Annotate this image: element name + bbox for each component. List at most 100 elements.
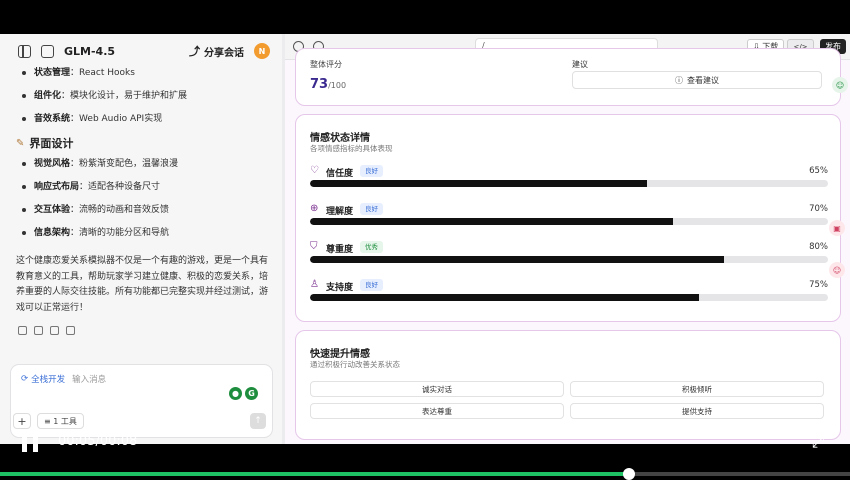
metric-label: 尊重度 [326,245,354,255]
metric-percent: 65% [809,166,828,176]
sidebar-toggle-icon[interactable] [18,44,31,58]
preview-panel: / ⇩ 下载 </> 发布 整体评分 73/100 建议 ⓘ 查看建议 ☺ 情感… [285,34,850,444]
metric-progress-track [310,218,828,225]
message-composer[interactable]: ⟳ 全栈开发 输入消息 ● G + ≡ 1 工具 ↑ [10,364,273,438]
item-text: Web Audio API实现 [79,114,163,124]
metric-progress-fill [310,294,699,301]
grammarly-icon[interactable]: G [245,387,258,400]
status-badge: 良好 [360,165,383,177]
copy-icon[interactable] [18,326,27,335]
palette-icon: ✎ [16,138,25,149]
item-label: 交互体验 [34,205,71,215]
metric-progress-fill [310,218,673,225]
video-frame: GLM-4.5 ⤴ 分享会话 N 状态管理：React Hooks 组件化：模块… [0,0,850,480]
item-label: 响应式布局 [34,182,80,192]
view-advice-button[interactable]: ⓘ 查看建议 [572,71,822,89]
mode-label: 全栈开发 [31,375,66,385]
pause-bar-left [22,432,27,452]
progress-handle[interactable] [623,468,635,480]
metric-percent: 70% [809,204,828,214]
shield-icon: ⛉ [310,241,318,252]
location-icon[interactable]: ● [229,387,242,400]
quick-title: 快速提升情感 [310,349,370,360]
metric-label: 支持度 [326,283,354,293]
quick-boost-card: 快速提升情感 通过积极行动改善关系状态 诚实对话 积极倾听 表达尊重 提供支持 [295,330,841,440]
face-icon[interactable]: ☺ [829,262,845,278]
metric-progress-track [310,180,828,187]
progress-fill [0,472,629,476]
metric-percent: 75% [809,280,828,290]
advice-button-label: 查看建议 [687,75,719,85]
item-text: 清晰的功能分区和导航 [79,228,170,238]
metric-progress-fill [310,180,647,187]
list-item: 组件化：模块化设计，易于维护和扩展 [16,87,278,110]
summary-paragraph: 这个健康恋爱关系模拟器不仅是一个有趣的游戏，更是一个具有教育意义的工具，帮助玩家… [16,256,269,313]
quick-subtitle: 通过积极行动改善关系状态 [310,360,400,369]
metric-label: 信任度 [326,169,354,179]
list-item: 视觉风格：粉紫渐变配色，温馨浪漫 [16,155,278,178]
metric-row: ♙ 支持度 良好 75% [310,279,828,313]
score-card: 整体评分 73/100 建议 ⓘ 查看建议 ☺ [295,48,848,106]
share-label: 分享会话 [204,47,244,59]
chat-header: GLM-4.5 ⤴ 分享会话 N [0,34,282,68]
emotion-card: 情感状态详情 各项情感指标的具体表现 ♡ 信任度 良好 65% ⊕ 理解度 良好 70% ⛉ 尊重… [295,114,841,322]
pause-bar-right [33,432,38,452]
share-icon: ⤴ [189,45,200,58]
status-badge: 良好 [360,203,383,215]
item-label: 状态管理 [34,68,71,78]
new-chat-icon[interactable] [41,44,54,58]
emotion-title: 情感状态详情 [310,133,370,144]
model-name[interactable]: GLM-4.5 [64,45,115,58]
chat-message: 状态管理：React Hooks 组件化：模块化设计，易于维护和扩展 音效系统：… [16,64,278,335]
give-support-button[interactable]: 提供支持 [570,403,824,419]
regenerate-icon[interactable] [66,326,75,335]
stack-icon: ⟳ [21,374,29,384]
message-actions [18,326,278,335]
status-badge: 良好 [360,279,383,291]
share-button[interactable]: ⤴ 分享会话 [189,43,244,59]
people-icon: ♙ [310,279,319,290]
metric-row: ♡ 信任度 良好 65% [310,165,828,199]
score-number: 73 [310,77,329,92]
item-text: 模块化设计，易于维护和扩展 [70,91,188,101]
thumbs-up-icon[interactable] [34,326,43,335]
metric-progress-track [310,294,828,301]
thumbs-down-icon[interactable] [50,326,59,335]
honest-talk-button[interactable]: 诚实对话 [310,381,564,397]
active-listening-button[interactable]: 积极倾听 [570,381,824,397]
section-heading: ✎ 界面设计 [16,133,278,155]
assistant-icon[interactable]: ☺ [832,77,848,93]
section-title: 界面设计 [29,137,74,150]
add-attachment-button[interactable]: + [13,413,31,429]
timecode: 00:05/00:08 [58,434,138,449]
fullscreen-icon[interactable]: ⤢ [808,432,828,452]
list-item: 状态管理：React Hooks [16,64,278,87]
metric-progress-fill [310,256,725,263]
score-label: 整体评分 [310,60,342,69]
brain-icon: ⊕ [310,203,319,214]
score-max: /100 [328,81,347,90]
chat-panel: GLM-4.5 ⤴ 分享会话 N 状态管理：React Hooks 组件化：模块… [0,34,282,444]
heart-icon: ♡ [310,165,319,176]
item-label: 音效系统 [34,114,71,124]
progress-track[interactable] [0,472,850,476]
avatar[interactable]: N [254,43,270,59]
status-badge: 优秀 [360,241,383,253]
pause-button[interactable] [22,432,40,452]
message-input[interactable]: 输入消息 [72,373,106,385]
gift-icon[interactable]: ▣ [829,220,845,236]
send-button[interactable]: ↑ [250,413,266,429]
mode-selector[interactable]: ⟳ 全栈开发 输入消息 [21,373,106,385]
tools-button[interactable]: ≡ 1 工具 [37,413,84,429]
item-label: 组件化 [34,91,62,101]
list-item: 信息架构：清晰的功能分区和导航 [16,224,278,247]
advice-label: 建议 [572,60,588,69]
list-item: 响应式布局：适配各种设备尺寸 [16,178,278,201]
item-text: 粉紫渐变配色，温馨浪漫 [79,159,179,169]
metric-progress-track [310,256,828,263]
emotion-subtitle: 各项情感指标的具体表现 [310,144,393,153]
item-text: React Hooks [79,68,135,78]
extension-icons: ● G [229,387,258,400]
show-respect-button[interactable]: 表达尊重 [310,403,564,419]
item-label: 视觉风格 [34,159,71,169]
